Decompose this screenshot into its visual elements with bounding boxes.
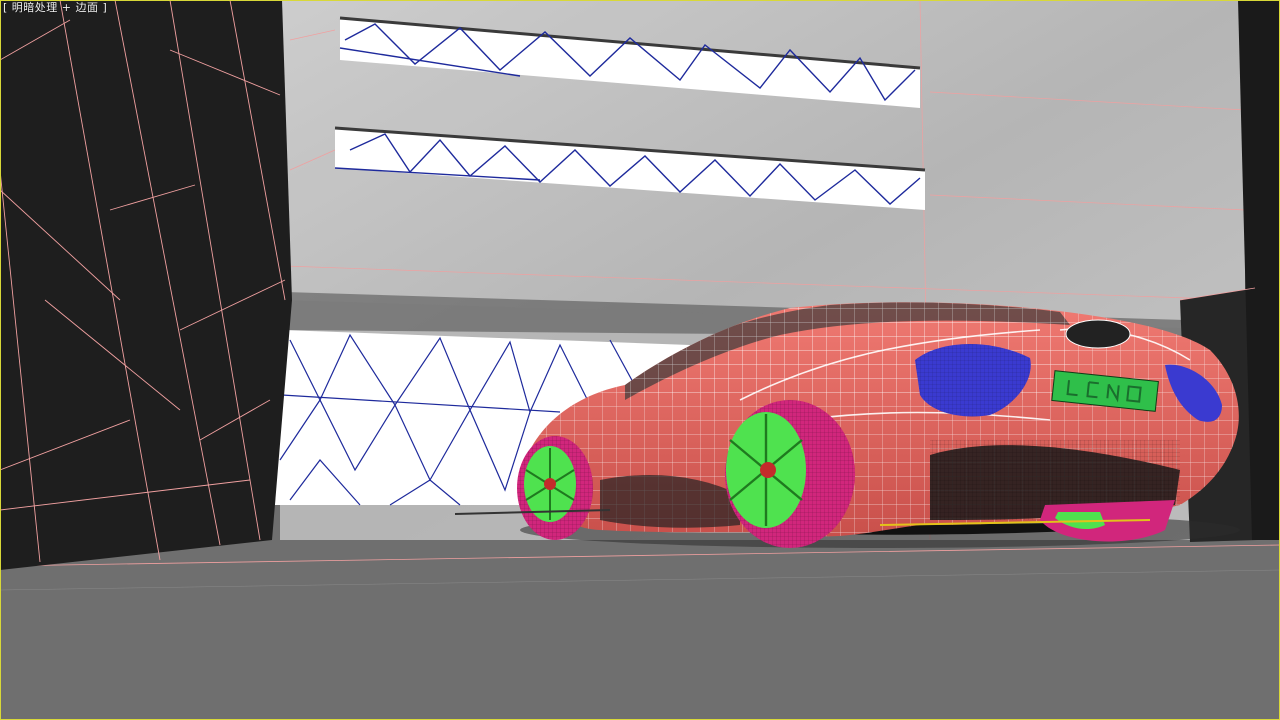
perspective-viewport[interactable]: [ 明暗处理 + 边面 ]	[0, 0, 1280, 720]
viewport-render[interactable]	[0, 0, 1280, 720]
rear-wheel[interactable]	[725, 400, 855, 548]
front-wheel[interactable]	[517, 436, 593, 540]
viewport-shading-label[interactable]: [ 明暗处理 + 边面 ]	[3, 1, 107, 14]
left-dark-panel-wall	[0, 0, 292, 570]
